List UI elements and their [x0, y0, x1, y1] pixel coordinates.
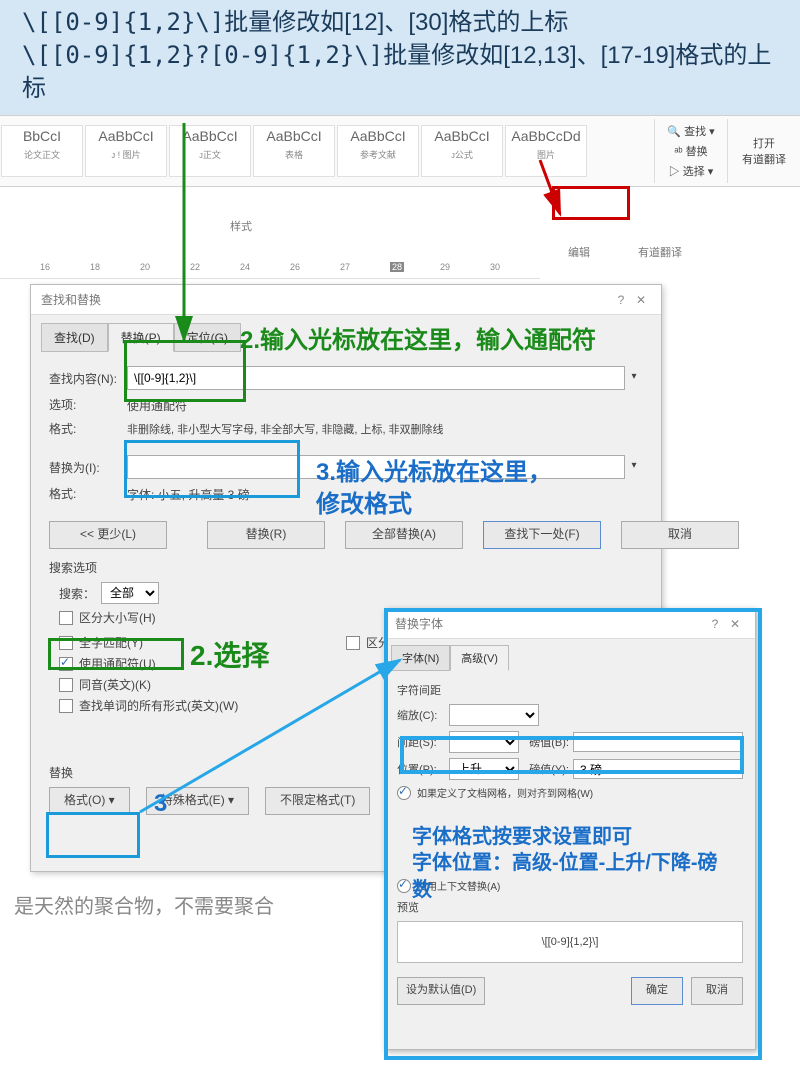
annotation-2-input-here: 2.输入光标放在这里，输入通配符 — [240, 320, 596, 355]
select-button[interactable]: ▷ 选择 ▾ — [665, 162, 718, 180]
options-value: 使用通配符 — [127, 397, 187, 414]
format-label: 格式: — [49, 420, 127, 437]
position-label: 位置(P): — [397, 761, 449, 777]
tab-replace[interactable]: 替换(P) — [108, 323, 174, 352]
style-item[interactable]: AaBbCcI参考文献 — [337, 125, 419, 177]
dialog-help-icon[interactable]: ? — [611, 293, 631, 307]
checkbox-sounds-like[interactable]: 同音(英文)(K) — [59, 676, 346, 693]
spacing-label: 间距(S): — [397, 734, 449, 750]
document-text-behind: 是天然的聚合物，不需要聚合 — [14, 890, 274, 919]
regex-1: \[[0-9]{1,2}\] — [22, 8, 224, 36]
less-button[interactable]: << 更少(L) — [49, 521, 167, 549]
options-label: 选项: — [49, 396, 127, 413]
repl-format-value: 字体: 小五, 升高量 3 磅 — [127, 486, 250, 503]
scale-select[interactable] — [449, 704, 539, 726]
repl-format-label: 格式: — [49, 485, 127, 502]
regex-2: \[[0-9]{1,2}?[0-9]{1,2}\] — [22, 41, 383, 69]
checkbox-snap-grid[interactable]: 如果定义了文档网格，则对齐到网格(W) — [397, 785, 743, 800]
checkbox-all-forms[interactable]: 查找单词的所有形式(英文)(W) — [59, 697, 346, 714]
tab-find[interactable]: 查找(D) — [41, 323, 108, 352]
tab-font[interactable]: 字体(N) — [391, 645, 450, 671]
highlight-replace-ribbon — [552, 186, 630, 220]
format-value: 非删除线, 非小型大写字母, 非全部大写, 非隐藏, 上标, 非双删除线 — [127, 421, 444, 437]
find-button[interactable]: 🔍 查找 ▾ — [663, 122, 718, 140]
chevron-down-icon[interactable]: ▾ — [624, 366, 643, 390]
dialog-title: 查找和替换 — [41, 291, 101, 308]
annotation-3-line2: 修改格式 — [316, 484, 412, 519]
instruction-header: \[[0-9]{1,2}\]批量修改如[12]、[30]格式的上标 \[[0-9… — [0, 0, 800, 115]
search-direction-select[interactable]: 全部 — [101, 582, 159, 604]
annotation-font-note-l1: 字体格式按要求设置即可 — [412, 824, 632, 851]
dialog-titlebar[interactable]: 查找和替换 ? ✕ — [31, 285, 661, 315]
youdao-button[interactable]: 打开 有道翻译 — [738, 134, 790, 168]
cancel-button[interactable]: 取消 — [621, 521, 739, 549]
annotation-num3: 3 — [154, 790, 167, 818]
dialog-help-icon[interactable]: ? — [705, 617, 725, 631]
find-next-button[interactable]: 查找下一处(F) — [483, 521, 601, 549]
spacing-by-label: 磅值(B): — [519, 734, 569, 750]
dialog2-title: 替换字体 — [395, 615, 443, 632]
scale-label: 缩放(C): — [397, 707, 449, 723]
youdao-group-label: 有道翻译 — [638, 244, 682, 260]
close-icon[interactable]: ✕ — [725, 617, 745, 631]
style-item[interactable]: BbCcI论文正文 — [1, 125, 83, 177]
styles-group-label: 样式 — [230, 218, 252, 234]
tab-advanced[interactable]: 高级(V) — [450, 645, 509, 671]
styles-gallery[interactable]: BbCcI论文正文 AaBbCcIᴊ ! 图片 AaBbCcIᴊ正文 AaBbC… — [0, 123, 654, 179]
format-menu-button[interactable]: 格式(O) ▾ — [49, 787, 130, 815]
annotation-font-note-l2: 字体位置：高级-位置-上升/下降-磅数 — [412, 850, 732, 904]
annotation-select: 2.选择 — [190, 634, 269, 674]
set-default-button[interactable]: 设为默认值(D) — [397, 977, 485, 1005]
no-formatting-button[interactable]: 不限定格式(T) — [265, 787, 370, 815]
style-item[interactable]: AaBbCcIᴊ ! 图片 — [85, 125, 167, 177]
search-options-heading: 搜索选项 — [49, 559, 643, 576]
style-item[interactable]: AaBbCcDd图片 — [505, 125, 587, 177]
cancel-button2[interactable]: 取消 — [691, 977, 743, 1005]
preview-box: \[[0-9]{1,2}\] — [397, 921, 743, 963]
word-ribbon: BbCcI论文正文 AaBbCcIᴊ ! 图片 AaBbCcIᴊ正文 AaBbC… — [0, 115, 800, 187]
replace-all-button[interactable]: 全部替换(A) — [345, 521, 463, 549]
find-label: 查找内容(N): — [49, 370, 127, 387]
style-item[interactable]: AaBbCcIᴊ公式 — [421, 125, 503, 177]
dialog2-titlebar[interactable]: 替换字体 ? ✕ — [385, 609, 755, 639]
ok-button[interactable]: 确定 — [631, 977, 683, 1005]
style-item[interactable]: AaBbCcI表格 — [253, 125, 335, 177]
position-by-input[interactable] — [573, 759, 743, 779]
edit-group-label: 编辑 — [568, 244, 590, 260]
tab-goto[interactable]: 定位(G) — [174, 323, 241, 352]
char-spacing-heading: 字符间距 — [397, 682, 743, 698]
annotation-3-line1: 3.输入光标放在这里， — [316, 452, 552, 487]
ribbon-edit-group: 🔍 查找 ▾ ᵃᵇ 替换 ▷ 选择 ▾ — [654, 119, 727, 183]
style-item[interactable]: AaBbCcIᴊ正文 — [169, 125, 251, 177]
find-input[interactable] — [127, 366, 643, 390]
ribbon-youdao-group: 打开 有道翻译 — [727, 119, 800, 183]
replace-with-label: 替换为(I): — [49, 459, 127, 476]
chevron-down-icon[interactable]: ▾ — [624, 455, 643, 479]
position-by-label: 磅值(Y): — [519, 761, 569, 777]
ruler: 16 18 20 22 24 26 27 28 29 30 — [0, 260, 540, 279]
close-icon[interactable]: ✕ — [631, 293, 651, 307]
position-select[interactable]: 上升 — [449, 758, 519, 780]
spacing-by-input[interactable] — [573, 732, 743, 752]
replace-one-button[interactable]: 替换(R) — [207, 521, 325, 549]
spacing-select[interactable] — [449, 731, 519, 753]
search-direction-label: 搜索： — [59, 585, 95, 602]
replace-button[interactable]: ᵃᵇ 替换 — [670, 142, 711, 160]
